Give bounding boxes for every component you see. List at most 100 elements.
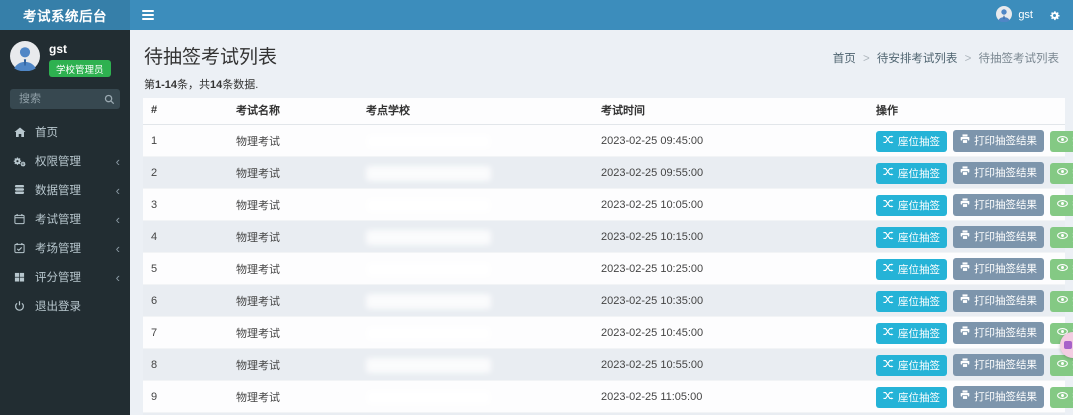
settings-gear-icon[interactable] [1048, 9, 1061, 22]
actions-cell: 座位抽签 打印抽签结果 查看 [868, 188, 1073, 221]
view-button[interactable]: 查看 [1050, 258, 1073, 280]
view-button[interactable]: 查看 [1050, 386, 1073, 408]
sidebar: gst 学校管理员 首页 权限管理 ‹ 数据管理 ‹ 考试管理 ‹ [0, 30, 130, 415]
user-avatar-icon [996, 5, 1013, 25]
topbar-user-menu[interactable]: gst [996, 5, 1033, 25]
sidebar-username: gst [49, 42, 67, 56]
exam-school-cell [358, 252, 593, 285]
sidebar-item-logout[interactable]: 退出登录 [0, 292, 130, 321]
chevron-left-icon: ‹ [115, 153, 120, 169]
shuffle-icon [883, 231, 894, 243]
search-icon[interactable] [102, 91, 117, 110]
exam-table: # 考试名称 考点学校 考试时间 操作 1 物理考试 2023-02-25 09… [143, 98, 1073, 415]
table-row: 3 物理考试 2023-02-25 10:05:00 座位抽签 打印抽签结果 查… [143, 188, 1073, 221]
redacted-school-value [366, 357, 491, 373]
seat-draw-button[interactable]: 座位抽签 [876, 386, 947, 408]
shuffle-icon [883, 263, 894, 275]
view-button[interactable]: 查看 [1050, 130, 1073, 152]
exam-school-cell [358, 188, 593, 221]
exam-time-cell: 2023-02-25 10:25:00 [593, 252, 868, 285]
print-draw-result-button[interactable]: 打印抽签结果 [953, 162, 1045, 184]
sidebar-toggle-icon[interactable] [130, 0, 166, 30]
shuffle-icon [883, 295, 894, 307]
breadcrumb-current: 待抽签考试列表 [978, 53, 1060, 65]
seat-draw-button[interactable]: 座位抽签 [876, 130, 947, 152]
print-draw-result-button[interactable]: 打印抽签结果 [953, 258, 1045, 280]
table-row: 9 物理考试 2023-02-25 11:05:00 座位抽签 打印抽签结果 查… [143, 380, 1073, 413]
exam-name-cell: 物理考试 [228, 124, 358, 157]
exam-name-cell: 物理考试 [228, 380, 358, 413]
print-draw-result-button[interactable]: 打印抽签结果 [953, 386, 1045, 408]
sidebar-item-data[interactable]: 数据管理 ‹ [0, 176, 130, 205]
seat-draw-button[interactable]: 座位抽签 [876, 290, 947, 312]
sidebar-item-exam-rooms[interactable]: 考场管理 ‹ [0, 234, 130, 263]
print-draw-result-button[interactable]: 打印抽签结果 [953, 130, 1045, 152]
view-button[interactable]: 查看 [1050, 194, 1073, 216]
sidebar-search [10, 88, 120, 110]
sidebar-menu: 首页 权限管理 ‹ 数据管理 ‹ 考试管理 ‹ 考场管理 ‹ 评分管理 ‹ 退出… [0, 118, 130, 321]
redacted-school-value [366, 165, 491, 181]
row-index-cell: 6 [143, 284, 228, 317]
shuffle-icon [883, 167, 894, 179]
actions-cell: 座位抽签 打印抽签结果 查看 [868, 252, 1073, 285]
view-button[interactable]: 查看 [1050, 290, 1073, 312]
actions-cell: 座位抽签 打印抽签结果 查看 [868, 316, 1073, 349]
app-title: 考试系统后台 [23, 9, 107, 24]
exam-school-cell [358, 380, 593, 413]
header-exam-school: 考点学校 [358, 98, 593, 125]
print-draw-result-button[interactable]: 打印抽签结果 [953, 354, 1045, 376]
topbar-username: gst [1018, 9, 1033, 21]
shuffle-icon [883, 391, 894, 403]
redacted-school-value [366, 229, 491, 245]
table-icon [13, 272, 26, 283]
sidebar-item-exams[interactable]: 考试管理 ‹ [0, 205, 130, 234]
seat-draw-button[interactable]: 座位抽签 [876, 354, 947, 376]
exam-name-cell: 物理考试 [228, 316, 358, 349]
print-draw-result-button[interactable]: 打印抽签结果 [953, 226, 1045, 248]
eye-icon [1057, 295, 1069, 307]
exam-name-cell: 物理考试 [228, 252, 358, 285]
content-header: 待抽签考试列表 首页 > 待安排考试列表 > 待抽签考试列表 [130, 30, 1073, 71]
app-logo[interactable]: 考试系统后台 [0, 0, 130, 30]
exam-time-cell: 2023-02-25 11:05:00 [593, 380, 868, 413]
seat-draw-button[interactable]: 座位抽签 [876, 162, 947, 184]
table-row: 8 物理考试 2023-02-25 10:55:00 座位抽签 打印抽签结果 查… [143, 348, 1073, 381]
breadcrumb-separator: > [862, 53, 870, 65]
navbar-right: gst [996, 5, 1073, 25]
sidebar-item-scoring[interactable]: 评分管理 ‹ [0, 263, 130, 292]
view-button[interactable]: 查看 [1050, 226, 1073, 248]
exam-name-cell: 物理考试 [228, 220, 358, 253]
exam-time-cell: 2023-02-25 10:35:00 [593, 284, 868, 317]
chevron-left-icon: ‹ [115, 240, 120, 256]
row-index-cell: 4 [143, 220, 228, 253]
seat-draw-button[interactable]: 座位抽签 [876, 322, 947, 344]
exam-school-cell [358, 348, 593, 381]
print-draw-result-button[interactable]: 打印抽签结果 [953, 194, 1045, 216]
floating-widget-icon [1064, 341, 1072, 349]
seat-draw-button[interactable]: 座位抽签 [876, 226, 947, 248]
page-title: 待抽签考试列表 [144, 47, 278, 68]
seat-draw-button[interactable]: 座位抽签 [876, 258, 947, 280]
view-button[interactable]: 查看 [1050, 162, 1073, 184]
print-draw-result-button[interactable]: 打印抽签结果 [953, 290, 1045, 312]
redacted-school-value [366, 261, 491, 277]
printer-icon [960, 262, 970, 275]
seat-draw-button[interactable]: 座位抽签 [876, 194, 947, 216]
breadcrumb-pending-exams[interactable]: 待安排考试列表 [877, 53, 958, 65]
exam-time-cell: 2023-02-25 09:45:00 [593, 124, 868, 157]
sidebar-item-home[interactable]: 首页 [0, 118, 130, 147]
printer-icon [960, 294, 970, 307]
redacted-school-value [366, 197, 491, 213]
sidebar-item-permissions[interactable]: 权限管理 ‹ [0, 147, 130, 176]
exam-time-cell: 2023-02-25 09:55:00 [593, 156, 868, 189]
sidebar-user-panel: gst 学校管理员 [0, 30, 130, 86]
breadcrumb: 首页 > 待安排考试列表 > 待抽签考试列表 [833, 50, 1059, 69]
exam-name-cell: 物理考试 [228, 188, 358, 221]
chevron-left-icon: ‹ [115, 182, 120, 198]
print-draw-result-button[interactable]: 打印抽签结果 [953, 322, 1045, 344]
cogs-icon [13, 155, 26, 167]
printer-icon [960, 134, 970, 147]
breadcrumb-home[interactable]: 首页 [833, 53, 856, 65]
printer-icon [960, 326, 970, 339]
eye-icon [1057, 135, 1069, 147]
